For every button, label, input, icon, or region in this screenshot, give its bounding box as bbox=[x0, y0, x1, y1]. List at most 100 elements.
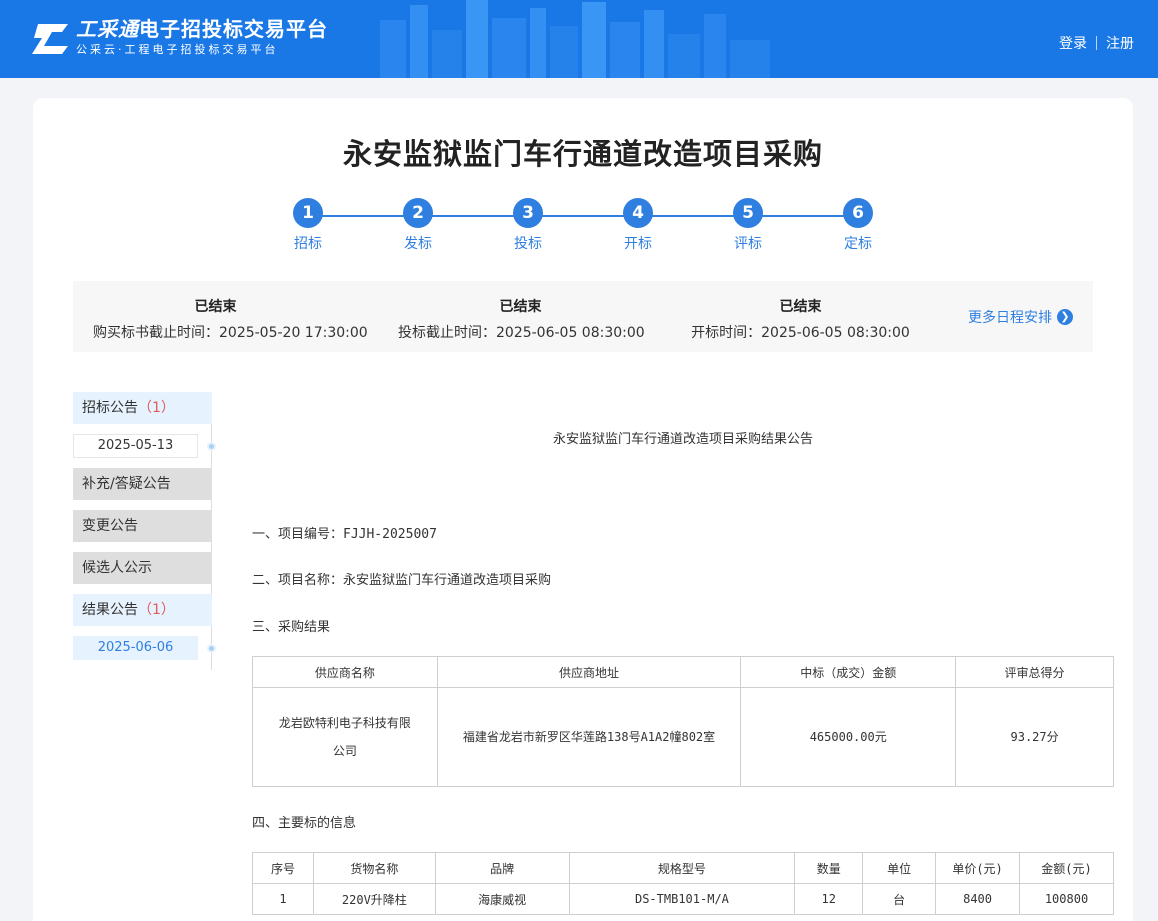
goods-cell: 100800 bbox=[1019, 883, 1114, 915]
column-header: 供应商名称 bbox=[252, 656, 438, 688]
goods-cell: 220V升降柱 bbox=[312, 883, 436, 915]
city-skyline-banner bbox=[380, 0, 770, 78]
platform-subtitle: 公采云·工程电子招投标交易平台 bbox=[76, 42, 279, 56]
nav-candidate-notice[interactable]: 候选人公示 bbox=[73, 552, 212, 584]
step-label: 招标 bbox=[294, 236, 322, 252]
schedule-time: 投标截止时间：2025-06-05 08:30:00 bbox=[398, 325, 645, 341]
schedule-status: 已结束 bbox=[194, 299, 237, 315]
auth-divider bbox=[1096, 36, 1097, 50]
more-schedule-link[interactable]: 更多日程安排 ❯ bbox=[968, 307, 1073, 327]
award-amount-cell: 465000.00元 bbox=[740, 687, 957, 787]
goods-cell: 8400 bbox=[935, 883, 1021, 915]
nav-tender-notice[interactable]: 招标公告（1） bbox=[73, 392, 212, 424]
nav-count: （1） bbox=[138, 602, 175, 618]
section-result-heading: 三、采购结果 bbox=[252, 620, 331, 635]
more-schedule-label: 更多日程安排 bbox=[968, 310, 1052, 326]
nav-result-notice[interactable]: 结果公告（1） bbox=[73, 594, 212, 626]
goods-table: 序号 货物名称 品牌 规格型号 数量 单位 单价(元) 金额(元) 1 220V… bbox=[252, 852, 1114, 915]
column-header: 数量 bbox=[794, 852, 864, 884]
schedule-status: 已结束 bbox=[499, 299, 542, 315]
schedule-opening-time: 已结束 开标时间：2025-06-05 08:30:00 bbox=[678, 296, 923, 342]
nav-label: 补充/答疑公告 bbox=[82, 476, 171, 492]
platform-name-rest: 电子招投标交易平台 bbox=[139, 16, 328, 41]
process-steps: 1 招标 2 发标 3 投标 4 开标 5 评标 6 定标 bbox=[33, 198, 1133, 258]
project-number: 一、项目编号：FJJH-2025007 bbox=[252, 527, 437, 542]
step-award[interactable]: 6 定标 bbox=[828, 198, 888, 253]
table-header-row: 序号 货物名称 品牌 规格型号 数量 单位 单价(元) 金额(元) bbox=[252, 852, 1114, 884]
platform-name: 工采通电子招投标交易平台 bbox=[76, 17, 328, 41]
supplier-name-cell: 龙岩欧特利电子科技有限公司 bbox=[252, 687, 438, 787]
goods-cell: 12 bbox=[794, 883, 864, 915]
step-label: 评标 bbox=[734, 236, 762, 252]
step-label: 发标 bbox=[404, 236, 432, 252]
auth-links: 登录 注册 bbox=[1059, 33, 1134, 53]
nav-supplement-notice[interactable]: 补充/答疑公告 bbox=[73, 468, 212, 500]
page-title: 永安监狱监门车行通道改造项目采购 bbox=[342, 137, 823, 171]
goods-cell: 海康威视 bbox=[434, 883, 570, 915]
main-card: 永安监狱监门车行通道改造项目采购 1 招标 2 发标 3 投标 4 开标 5 评… bbox=[33, 98, 1133, 921]
column-header: 规格型号 bbox=[568, 852, 796, 884]
schedule-purchase-deadline: 已结束 购买标书截止时间：2025-05-20 17:30:00 bbox=[93, 296, 368, 342]
table-header-row: 供应商名称 供应商地址 中标（成交）金额 评审总得分 bbox=[252, 656, 1114, 688]
platform-logo[interactable]: 工采通电子招投标交易平台 公采云·工程电子招投标交易平台 bbox=[30, 16, 328, 58]
section-goods-heading: 四、主要标的信息 bbox=[252, 816, 357, 831]
nav-date-result[interactable]: 2025-06-06 bbox=[73, 636, 216, 660]
step-number: 6 bbox=[843, 198, 873, 228]
step-label: 定标 bbox=[844, 236, 872, 252]
goods-cell: DS-TMB101-M/A bbox=[568, 883, 796, 915]
timeline-dot bbox=[207, 442, 216, 451]
supplier-address-cell: 福建省龙岩市新罗区华莲路138号A1A2幢802室 bbox=[436, 687, 742, 787]
column-header: 单价(元) bbox=[935, 852, 1021, 884]
nav-label: 变更公告 bbox=[82, 518, 138, 534]
result-table: 供应商名称 供应商地址 中标（成交）金额 评审总得分 龙岩欧特利电子科技有限公司… bbox=[252, 656, 1114, 787]
schedule-bid-deadline: 已结束 投标截止时间：2025-06-05 08:30:00 bbox=[398, 296, 645, 342]
column-header: 品牌 bbox=[434, 852, 570, 884]
table-row: 龙岩欧特利电子科技有限公司 福建省龙岩市新罗区华莲路138号A1A2幢802室 … bbox=[252, 687, 1114, 787]
schedule-time: 开标时间：2025-06-05 08:30:00 bbox=[691, 325, 910, 341]
column-header: 评审总得分 bbox=[955, 656, 1114, 688]
step-label: 开标 bbox=[624, 236, 652, 252]
nav-date-label: 2025-06-06 bbox=[97, 640, 174, 655]
step-open[interactable]: 4 开标 bbox=[608, 198, 668, 253]
step-number: 4 bbox=[623, 198, 653, 228]
nav-label: 招标公告 bbox=[82, 400, 138, 416]
article-title: 永安监狱监门车行通道改造项目采购结果公告 bbox=[552, 432, 813, 447]
schedule-bar: 已结束 购买标书截止时间：2025-05-20 17:30:00 已结束 投标截… bbox=[73, 281, 1093, 352]
nav-count: （1） bbox=[138, 400, 175, 416]
project-name: 二、项目名称：永安监狱监门车行通道改造项目采购 bbox=[252, 573, 552, 588]
step-tender[interactable]: 1 招标 bbox=[278, 198, 338, 253]
chevron-right-icon: ❯ bbox=[1057, 309, 1073, 325]
column-header: 中标（成交）金额 bbox=[740, 656, 957, 688]
nav-change-notice[interactable]: 变更公告 bbox=[73, 510, 212, 542]
column-header: 货物名称 bbox=[312, 852, 436, 884]
notice-side-nav: 招标公告（1） 2025-05-13 补充/答疑公告 变更公告 候选人公示 结果… bbox=[73, 392, 216, 670]
schedule-status: 已结束 bbox=[779, 299, 822, 315]
nav-date-label: 2025-05-13 bbox=[97, 438, 174, 453]
column-header: 单位 bbox=[862, 852, 937, 884]
brand-name: 工采通 bbox=[76, 16, 139, 41]
step-issue[interactable]: 2 发标 bbox=[388, 198, 448, 253]
step-number: 5 bbox=[733, 198, 763, 228]
goods-cell: 台 bbox=[862, 883, 937, 915]
nav-label: 结果公告 bbox=[82, 602, 138, 618]
step-label: 投标 bbox=[514, 236, 542, 252]
goods-cell: 1 bbox=[252, 883, 314, 915]
table-row: 1 220V升降柱 海康威视 DS-TMB101-M/A 12 台 8400 1… bbox=[252, 883, 1114, 915]
score-cell: 93.27分 bbox=[955, 687, 1114, 787]
column-header: 金额(元) bbox=[1019, 852, 1114, 884]
step-number: 2 bbox=[403, 198, 433, 228]
logo-mark-icon bbox=[32, 24, 68, 54]
step-number: 3 bbox=[513, 198, 543, 228]
step-number: 1 bbox=[293, 198, 323, 228]
step-evaluate[interactable]: 5 评标 bbox=[718, 198, 778, 253]
nav-date-tender[interactable]: 2025-05-13 bbox=[73, 434, 216, 458]
column-header: 序号 bbox=[252, 852, 314, 884]
schedule-time: 购买标书截止时间：2025-05-20 17:30:00 bbox=[93, 325, 368, 341]
step-bid[interactable]: 3 投标 bbox=[498, 198, 558, 253]
timeline-dot bbox=[207, 644, 216, 653]
top-header: 工采通电子招投标交易平台 公采云·工程电子招投标交易平台 登录 注册 bbox=[0, 0, 1158, 78]
column-header: 供应商地址 bbox=[436, 656, 742, 688]
register-link[interactable]: 注册 bbox=[1106, 33, 1134, 53]
nav-label: 候选人公示 bbox=[82, 560, 152, 576]
login-link[interactable]: 登录 bbox=[1059, 33, 1087, 53]
